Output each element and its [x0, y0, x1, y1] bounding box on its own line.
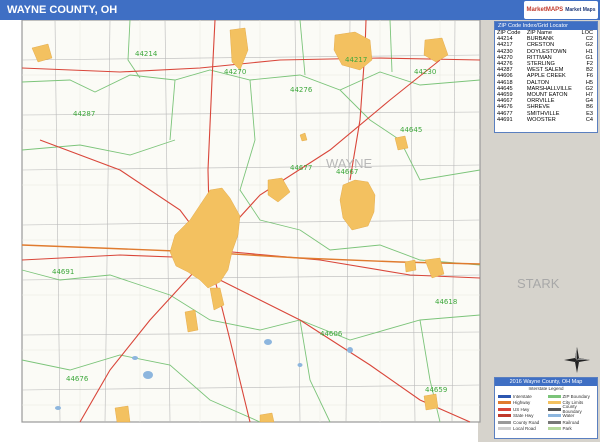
legend-column-right: ZIP Boundary City Limits County Boundary… [547, 393, 595, 433]
legend-item: Park [547, 426, 595, 433]
table-row: 44691 WOOSTER C4 [495, 117, 597, 123]
zip-label-44676: 44676 [66, 375, 89, 383]
legend-label: County Road [513, 419, 540, 425]
logo-text: MarketMAPS [526, 7, 564, 13]
legend-label: ZIP Boundary [562, 393, 590, 399]
map-title: WAYNE COUNTY, OH [7, 4, 118, 16]
legend-swatch [547, 407, 561, 411]
legend-label: State Hwy [513, 413, 534, 419]
zip-label-44659: 44659 [425, 386, 447, 394]
legend-swatch [498, 401, 511, 405]
legend-grid: Interstate Highway US Hwy State Hwy Coun… [495, 392, 597, 433]
zip-label-44645: 44645 [400, 126, 422, 134]
compass-rose-icon [564, 347, 590, 373]
legend-title: 2016 Wayne County, OH Map [495, 378, 597, 386]
map-title-bar: WAYNE COUNTY, OH [0, 0, 600, 20]
legend-label: Water [562, 413, 575, 419]
zip-label-44217: 44217 [345, 56, 367, 64]
legend-swatch [498, 420, 511, 424]
legend-label: Park [562, 426, 572, 432]
legend-item: Local Road [498, 426, 545, 433]
mount-eaton-city [423, 393, 439, 411]
shreve-city [114, 405, 131, 423]
legend-label: Interstate [513, 393, 532, 399]
zip-label-44618: 44618 [435, 298, 457, 306]
neighbor-county-label: STARK [517, 276, 560, 291]
legend-label: Railroad [562, 419, 580, 425]
map-legend: 2016 Wayne County, OH Map Interstate Leg… [494, 377, 598, 439]
publisher-logo: MarketMAPS Market Maps [524, 1, 598, 19]
zip-index-title: ZIP Code Index/Grid Locator [495, 22, 597, 30]
zip-label-44270: 44270 [224, 68, 246, 76]
zip-loc-cell: C4 [585, 116, 593, 123]
zip-label-44276: 44276 [290, 86, 313, 94]
legend-label: Local Road [513, 426, 536, 432]
legend-label: Highway [513, 400, 531, 406]
county-label: WAYNE [326, 156, 373, 171]
legend-swatch [547, 414, 561, 418]
zip-label-44677: 44677 [290, 164, 312, 172]
zip-code-cell: 44691 [497, 116, 513, 123]
legend-swatch [547, 401, 561, 405]
zip-name-cell: WOOSTER [526, 116, 556, 123]
legend-swatch [547, 427, 561, 431]
legend-swatch [498, 414, 511, 418]
zip-label-44606: 44606 [320, 330, 343, 338]
zip-label-44230: 44230 [414, 68, 436, 76]
zip-index-table: ZIP Code ZIP Name LOC 44214 BURBANK C2 442… [495, 30, 597, 123]
legend-swatch [498, 394, 511, 398]
zip-label-44287: 44287 [73, 110, 95, 118]
legend-label: US Hwy [513, 406, 530, 412]
legend-column-left: Interstate Highway US Hwy State Hwy Coun… [498, 393, 545, 432]
zip-label-44214: 44214 [135, 50, 158, 58]
logo-subtext: Market Maps [565, 7, 596, 13]
legend-swatch [547, 394, 561, 398]
zip-index-panel: ZIP Code Index/Grid Locator ZIP Code ZIP… [494, 21, 598, 133]
zip-label-44691: 44691 [52, 268, 74, 276]
legend-swatch [547, 420, 561, 424]
legend-swatch [498, 407, 511, 411]
legend-swatch [498, 427, 511, 431]
